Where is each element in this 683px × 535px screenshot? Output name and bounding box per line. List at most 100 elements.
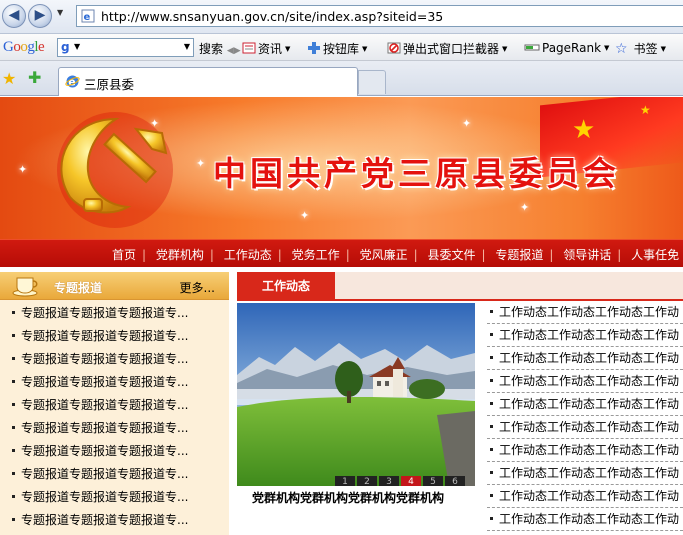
google-g-icon: g: [61, 40, 70, 54]
nav-work-news[interactable]: 工作动态: [224, 246, 272, 263]
special-reports-list: 专题报道专题报道专题报道专... 专题报道专题报道专题报道专... 专题报道专题…: [12, 302, 188, 532]
sparkle-icon: ✦: [18, 163, 28, 176]
site-banner: ★ ★ ✦ ✦ ✦ ✦ ✦ ✦ 中国共产党三原县委员会: [0, 97, 683, 239]
nav-integrity[interactable]: 党风廉正: [360, 246, 408, 263]
nav-documents[interactable]: 县委文件: [427, 246, 475, 263]
bullet-icon: [490, 356, 493, 359]
bullet-icon: [12, 380, 15, 383]
popup-blocker-button[interactable]: 弹出式窗口拦截器 ▼: [387, 40, 507, 57]
chevron-down-icon[interactable]: ▼: [184, 42, 190, 51]
history-dropdown-icon[interactable]: ▼: [57, 8, 63, 17]
nav-appointments[interactable]: 人事任免: [631, 246, 679, 263]
list-item[interactable]: 工作动态工作动态工作动态工作动: [487, 508, 683, 531]
pagerank-button[interactable]: PageRank ▼: [524, 40, 609, 55]
list-item[interactable]: 专题报道专题报道专题报道专...: [12, 486, 188, 509]
bullet-icon: [12, 449, 15, 452]
star-icon: ★: [572, 115, 596, 145]
bullet-icon: [12, 334, 15, 337]
bullet-icon: [490, 379, 493, 382]
list-item[interactable]: 专题报道专题报道专题报道专...: [12, 371, 188, 394]
google-search-input[interactable]: g ▼ ▼: [57, 38, 194, 57]
banner-title: 中国共产党三原县委员会: [213, 154, 620, 193]
news-photo[interactable]: [237, 303, 475, 486]
sparkle-icon: ✦: [196, 157, 206, 170]
url-field[interactable]: e http://www.snsanyuan.gov.cn/site/index…: [76, 5, 683, 27]
list-item[interactable]: 工作动态工作动态工作动态工作动: [487, 324, 683, 347]
list-item[interactable]: 专题报道专题报道专题报道专...: [12, 440, 188, 463]
list-item[interactable]: 专题报道专题报道专题报道专...: [12, 348, 188, 371]
bullet-icon: [490, 310, 493, 313]
list-item[interactable]: 专题报道专题报道专题报道专...: [12, 509, 188, 532]
nav-party-orgs[interactable]: 党群机构: [156, 246, 204, 263]
list-item[interactable]: 工作动态工作动态工作动态工作动: [487, 462, 683, 485]
photo-caption[interactable]: 党群机构党群机构党群机构党群机构: [252, 489, 444, 506]
chevron-down-icon: ▼: [74, 42, 81, 51]
ie-page-icon: e: [81, 9, 95, 23]
search-button[interactable]: 搜索 ◀▶: [199, 40, 241, 57]
sparkle-icon: ✦: [462, 117, 472, 130]
split-icon: ◀▶: [226, 46, 241, 56]
bullet-icon: [12, 426, 15, 429]
favorites-star-icon[interactable]: ★: [2, 69, 16, 88]
list-item[interactable]: 专题报道专题报道专题报道专...: [12, 463, 188, 486]
panel-title: 专题报道: [54, 281, 103, 295]
bullet-icon: [12, 472, 15, 475]
list-item[interactable]: 工作动态工作动态工作动态工作动: [487, 370, 683, 393]
more-link[interactable]: 更多...: [180, 279, 215, 296]
back-button[interactable]: ◀: [2, 4, 26, 28]
sparkle-icon: ✦: [300, 209, 310, 222]
list-item[interactable]: 专题报道专题报道专题报道专...: [12, 325, 188, 348]
bullet-icon: [490, 471, 493, 474]
list-item[interactable]: 工作动态工作动态工作动态工作动: [487, 301, 683, 324]
bullet-icon: [490, 425, 493, 428]
tab-bar: ★ ✚ e 三原县委: [0, 61, 683, 96]
bullet-icon: [490, 448, 493, 451]
trophy-icon: [12, 277, 38, 297]
forward-button[interactable]: ▶: [28, 4, 52, 28]
bullet-icon: [12, 311, 15, 314]
work-news-tabs: 工作动态: [237, 272, 683, 301]
list-item[interactable]: 工作动态工作动态工作动态工作动: [487, 416, 683, 439]
nav-home[interactable]: 首页: [112, 246, 136, 263]
list-item[interactable]: 工作动态工作动态工作动态工作动: [487, 347, 683, 370]
tab-current[interactable]: e 三原县委: [58, 67, 358, 96]
bullet-icon: [12, 357, 15, 360]
add-favorite-icon[interactable]: ✚: [28, 68, 41, 87]
bullet-icon: [12, 403, 15, 406]
new-tab-button[interactable]: [358, 70, 386, 94]
bullet-icon: [490, 494, 493, 497]
tab-title: 三原县委: [84, 77, 135, 92]
svg-text:e: e: [84, 12, 91, 23]
nav-party-affairs[interactable]: 党务工作: [292, 246, 340, 263]
list-item[interactable]: 专题报道专题报道专题报道专...: [12, 302, 188, 325]
popup-blocker-icon: [387, 42, 401, 54]
news-button[interactable]: 资讯 ▼: [242, 40, 290, 57]
tab-work-news[interactable]: 工作动态: [237, 272, 335, 301]
nav-speeches[interactable]: 领导讲话: [563, 246, 611, 263]
main-nav: 首页 | 党群机构 | 工作动态 | 党务工作 | 党风廉正 | 县委文件 | 专题报道 | …: [0, 239, 683, 267]
photo-pager: 123456: [335, 473, 467, 489]
address-bar: ◀ ▶ ▼ e http://www.snsanyuan.gov.cn/site…: [0, 0, 683, 34]
url-text: http://www.snsanyuan.gov.cn/site/index.a…: [101, 9, 444, 24]
bullet-icon: [490, 517, 493, 520]
button-gallery-button[interactable]: 按钮库 ▼: [307, 40, 367, 57]
sparkle-icon: ✦: [520, 201, 530, 214]
party-emblem-icon: [57, 112, 173, 228]
list-item[interactable]: 工作动态工作动态工作动态工作动: [487, 393, 683, 416]
bookmarks-button[interactable]: ☆ 书签 ▼: [615, 40, 666, 57]
google-logo: Google: [3, 39, 45, 55]
arrow-left-icon: ◀: [8, 7, 20, 23]
list-item[interactable]: 专题报道专题报道专题报道专...: [12, 417, 188, 440]
list-item[interactable]: 专题报道专题报道专题报道专...: [12, 394, 188, 417]
pagerank-icon: [524, 44, 540, 51]
panel-header: 专题报道 更多...: [0, 272, 229, 300]
bullet-icon: [12, 495, 15, 498]
nav-special-reports[interactable]: 专题报道: [495, 246, 543, 263]
google-toolbar: Google g ▼ ▼ 搜索 ◀▶ 资讯 ▼ 按钮库 ▼ 弹出式窗口拦截器 ▼ Pa…: [0, 34, 683, 61]
bullet-icon: [490, 333, 493, 336]
list-item[interactable]: 工作动态工作动态工作动态工作动: [487, 439, 683, 462]
special-reports-panel: 专题报道 更多... 专题报道专题报道专题报道专... 专题报道专题报道专题报道…: [0, 272, 229, 535]
news-icon: [242, 42, 256, 54]
list-item[interactable]: 工作动态工作动态工作动态工作动: [487, 485, 683, 508]
bullet-icon: [12, 518, 15, 521]
